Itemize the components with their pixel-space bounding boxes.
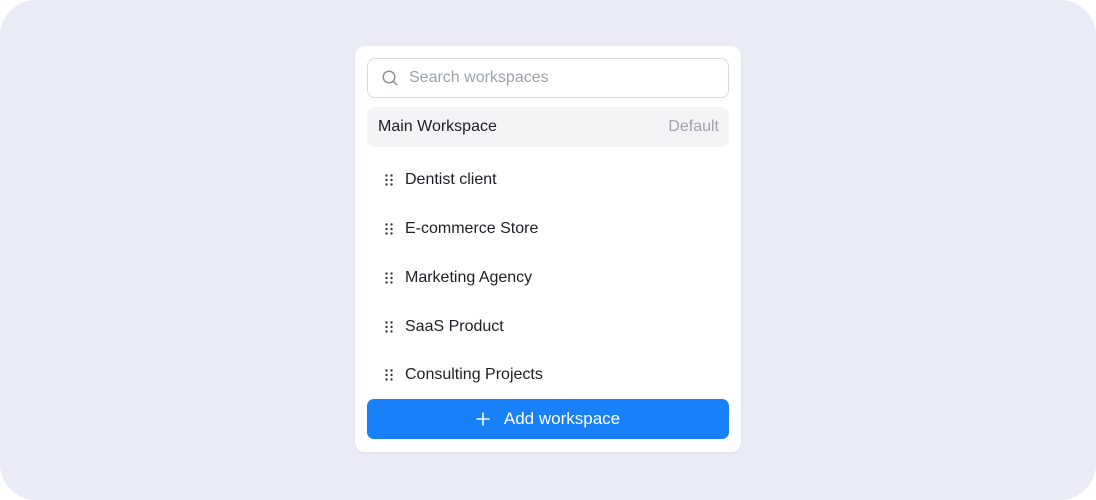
drag-handle-icon[interactable] — [385, 223, 393, 235]
workspace-name: Main Workspace — [378, 118, 497, 135]
workspace-label: Dentist client — [405, 171, 497, 189]
drag-handle-icon[interactable] — [385, 320, 393, 333]
search-box[interactable] — [367, 58, 729, 98]
search-input[interactable] — [409, 69, 709, 87]
drag-handle-icon[interactable] — [385, 369, 393, 382]
workspace-item[interactable]: Consulting Projects — [367, 351, 729, 400]
workspace-item[interactable]: Dentist client — [367, 156, 729, 205]
workspace-label: Consulting Projects — [405, 366, 543, 384]
add-workspace-label: Add workspace — [503, 409, 621, 428]
add-workspace-button[interactable]: Add workspace — [367, 399, 729, 439]
workspace-item[interactable]: Marketing Agency — [367, 254, 729, 303]
workspace-item-default[interactable]: Main Workspace Default — [367, 107, 729, 147]
workspace-label: SaaS Product — [405, 317, 504, 335]
workspace-label: Marketing Agency — [405, 268, 533, 286]
search-icon — [382, 70, 398, 86]
workspace-list: Dentist client E-commerce Store Marketin… — [367, 156, 729, 400]
workspace-item[interactable]: SaaS Product — [367, 302, 729, 351]
workspace-label: E-commerce Store — [405, 220, 539, 238]
drag-handle-icon[interactable] — [385, 272, 393, 284]
workspace-switcher-panel: Main Workspace Default Dentist client E-… — [355, 46, 741, 452]
workspace-item[interactable]: E-commerce Store — [367, 205, 729, 254]
drag-handle-icon[interactable] — [385, 174, 393, 187]
default-badge: Default — [668, 118, 719, 135]
plus-icon — [476, 412, 490, 426]
